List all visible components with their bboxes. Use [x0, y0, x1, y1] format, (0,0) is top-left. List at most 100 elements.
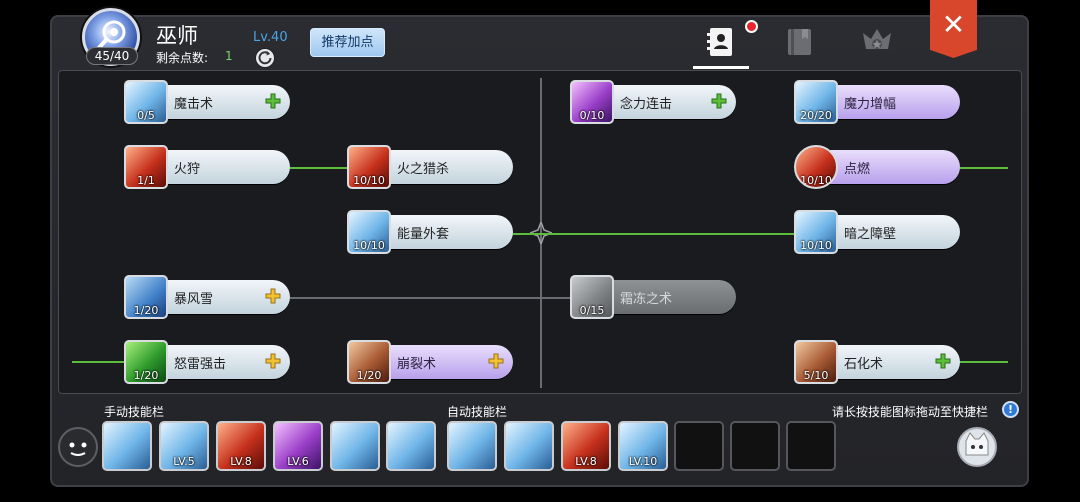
magic-strike-icon: 0/5: [124, 80, 168, 124]
crack-icon: 1/20: [347, 340, 391, 384]
skill-node[interactable]: 20/20 魔力增幅: [794, 80, 964, 124]
connector-line: [958, 361, 1008, 363]
notification-dot: [745, 20, 758, 33]
plus-icon[interactable]: [710, 92, 728, 110]
skill-node[interactable]: 0/10 念力连击: [570, 80, 740, 124]
auto-skill-slot[interactable]: LV.10: [618, 421, 668, 471]
skill-node[interactable]: 1/20 崩裂术: [347, 340, 517, 384]
blizzard-icon: 1/20: [124, 275, 168, 319]
skill-level: 1/20: [133, 304, 159, 317]
auto-skill-slot[interactable]: [447, 421, 497, 471]
skill-name: 崩裂术: [397, 357, 437, 372]
skill-level: 10/10: [353, 174, 385, 187]
skill-level: 20/20: [800, 109, 832, 122]
slot-level: LV.5: [173, 455, 195, 468]
skill-node[interactable]: 10/10 暗之障壁: [794, 210, 964, 254]
manual-skill-slot[interactable]: [386, 421, 436, 471]
skill-node[interactable]: 5/10 石化术: [794, 340, 964, 384]
avatar-count: 45/40: [86, 47, 138, 65]
psychic-combo-icon: 0/10: [570, 80, 614, 124]
skill-node[interactable]: 1/20 怒雷强击: [124, 340, 294, 384]
spellbook-icon[interactable]: [783, 25, 817, 59]
skill-level: 5/10: [803, 369, 829, 382]
skill-level: 10/10: [800, 174, 832, 187]
dark-barrier-icon: 10/10: [794, 210, 838, 254]
skill-name: 火之猎杀: [397, 162, 450, 177]
manual-skill-slot[interactable]: LV.8: [216, 421, 266, 471]
skill-name: 暴风雪: [174, 292, 214, 307]
skill-level: 1/20: [356, 369, 382, 382]
plus-icon[interactable]: [487, 352, 505, 370]
points-value: 1: [225, 49, 233, 63]
skill-name: 念力连击: [620, 97, 673, 112]
close-button[interactable]: ✕: [930, 0, 977, 58]
plus-icon[interactable]: [264, 352, 282, 370]
skill-level: 1/20: [133, 369, 159, 382]
recommend-points-button[interactable]: 推荐加点: [310, 28, 385, 57]
skill-name: 石化术: [844, 357, 884, 372]
skill-node[interactable]: 10/10 火之猎杀: [347, 145, 517, 189]
fire-hunt-icon: 1/1: [124, 145, 168, 189]
info-icon[interactable]: !: [1002, 401, 1019, 418]
skill-node[interactable]: 1/1 火狩: [124, 145, 294, 189]
slot-level: LV.6: [287, 455, 309, 468]
manual-skill-slot[interactable]: LV.6: [273, 421, 323, 471]
drag-hint: 请长按技能图标拖动至快捷栏: [832, 405, 989, 419]
skill-book-icon[interactable]: [704, 25, 738, 59]
fire-slaughter-icon: 10/10: [347, 145, 391, 189]
cat-avatar-icon[interactable]: [957, 427, 997, 467]
skill-level: 0/10: [579, 109, 605, 122]
skill-node[interactable]: 0/15 霜冻之术: [570, 275, 740, 319]
skill-name: 魔力增幅: [844, 97, 897, 112]
petrify-icon: 5/10: [794, 340, 838, 384]
empty-skill-slot[interactable]: [674, 421, 724, 471]
connector-line: [72, 361, 128, 363]
manual-skill-slot[interactable]: LV.5: [159, 421, 209, 471]
connector-line: [290, 297, 572, 299]
empty-skill-slot[interactable]: [786, 421, 836, 471]
skill-level: 10/10: [800, 239, 832, 252]
skill-node[interactable]: 1/20 暴风雪: [124, 275, 294, 319]
empty-skill-slot[interactable]: [730, 421, 780, 471]
energy-coat-icon: 10/10: [347, 210, 391, 254]
slot-level: LV.8: [230, 455, 252, 468]
auto-skill-bar-label: 自动技能栏: [447, 405, 508, 419]
skill-name: 火狩: [174, 162, 201, 177]
slot-level: LV.8: [575, 455, 597, 468]
thunder-strike-icon: 1/20: [124, 340, 168, 384]
skill-name: 魔击术: [174, 97, 214, 112]
skill-name: 点燃: [844, 162, 871, 177]
plus-icon[interactable]: [264, 92, 282, 110]
character-level: Lv.40: [253, 30, 288, 45]
skill-name: 怒雷强击: [174, 357, 227, 372]
manual-skill-slot[interactable]: [330, 421, 380, 471]
auto-skill-slot[interactable]: LV.8: [561, 421, 611, 471]
manual-skill-bar-label: 手动技能栏: [104, 405, 165, 419]
connector-line: [958, 167, 1008, 169]
skill-level: 0/5: [137, 109, 155, 122]
skill-name: 暗之障壁: [844, 227, 897, 242]
class-name: 巫师: [156, 24, 198, 48]
skill-level: 0/15: [579, 304, 605, 317]
points-label: 剩余点数:: [156, 51, 209, 65]
emoji-face-icon[interactable]: [58, 427, 98, 467]
skill-level: 10/10: [353, 239, 385, 252]
refresh-icon[interactable]: [255, 48, 275, 68]
slot-level: LV.10: [628, 455, 658, 468]
mana-boost-icon: 20/20: [794, 80, 838, 124]
skill-name: 霜冻之术: [620, 292, 673, 307]
manual-skill-slot[interactable]: [102, 421, 152, 471]
plus-icon[interactable]: [934, 352, 952, 370]
skill-node[interactable]: 0/5 魔击术: [124, 80, 294, 124]
connector-line: [512, 233, 797, 235]
auto-skill-slot[interactable]: [504, 421, 554, 471]
emblem-icon[interactable]: [859, 25, 893, 59]
active-tab-underline: [693, 66, 749, 69]
skill-screen: 45/40 巫师 剩余点数: 1 Lv.40 推荐加点 ✕ 0/5 魔击术 1/…: [0, 0, 1080, 502]
skill-level: 1/1: [137, 174, 155, 187]
skill-node[interactable]: 10/10 点燃: [794, 145, 964, 189]
skill-node[interactable]: 10/10 能量外套: [347, 210, 517, 254]
plus-icon[interactable]: [264, 287, 282, 305]
ignite-icon: 10/10: [794, 145, 838, 189]
close-icon: ✕: [941, 8, 966, 41]
